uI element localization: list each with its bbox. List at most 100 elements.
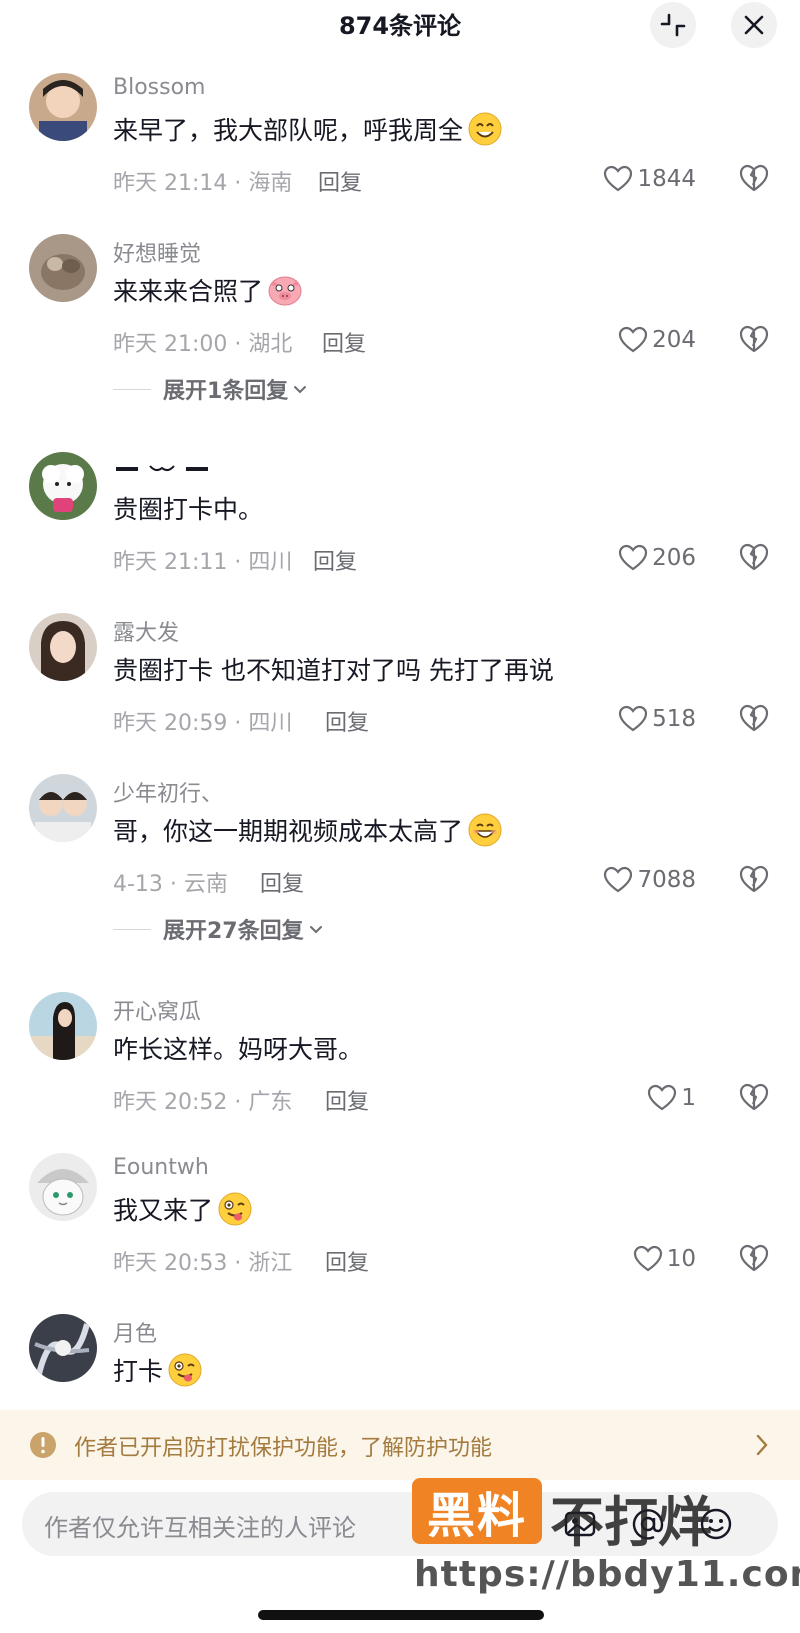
avatar[interactable]	[29, 992, 97, 1060]
comment-text: 来早了，我大部队呢，呼我周全	[113, 111, 503, 147]
heart-icon	[604, 165, 633, 192]
comment-text: 来来来合照了	[113, 272, 303, 308]
dislike-icon[interactable]	[738, 703, 770, 733]
username[interactable]: 少年初行、	[113, 776, 223, 808]
protection-notice[interactable]: 作者已开启防打扰保护功能，了解防护功能	[0, 1410, 800, 1480]
avatar[interactable]	[29, 234, 97, 302]
collapse-icon	[660, 13, 686, 37]
dislike-icon[interactable]	[738, 1243, 770, 1273]
comment-text-content: 我又来了	[113, 1196, 214, 1225]
reply-button[interactable]: 回复	[313, 544, 357, 576]
expand-replies-label: 展开1条回复	[163, 379, 289, 404]
avatar[interactable]	[29, 73, 97, 141]
close-icon	[744, 15, 764, 35]
chevron-right-icon	[756, 1434, 768, 1456]
chevron-down-icon	[294, 386, 307, 394]
like-count: 7088	[637, 867, 696, 893]
comment-text: 我又来了	[113, 1191, 253, 1227]
like-button[interactable]: 206	[618, 541, 696, 575]
like-count: 518	[652, 706, 696, 732]
dislike-icon[interactable]	[738, 542, 770, 572]
reply-button[interactable]: 回复	[260, 866, 304, 898]
time-location: 昨天 20:59 · 四川	[113, 711, 293, 736]
comment-text: 贵圈打卡中。	[113, 490, 263, 526]
time-location: 昨天 20:52 · 广东	[113, 1090, 293, 1115]
time-location: 昨天 21:00 · 湖北	[113, 332, 293, 357]
username[interactable]: 露大发	[113, 615, 179, 647]
avatar[interactable]	[29, 1314, 97, 1382]
username[interactable]: Eountwh	[113, 1155, 209, 1180]
time-location: 4-13 · 云南	[113, 872, 228, 897]
input-placeholder: 作者仅允许互相关注的人评论	[44, 1514, 356, 1542]
chevron-down-icon	[309, 926, 322, 934]
username[interactable]: Blossom	[113, 75, 205, 100]
comment-text-content: 打卡	[113, 1357, 164, 1386]
dislike-icon[interactable]	[738, 1082, 770, 1112]
username[interactable]: 开心窝瓜	[113, 994, 201, 1026]
tongue-emoji-icon	[168, 1353, 202, 1387]
watermark-url: https://bbdy11.com	[414, 1554, 800, 1595]
comment-text: 贵圈打卡 也不知道打对了吗 先打了再说	[113, 651, 554, 687]
reply-button[interactable]: 回复	[322, 326, 366, 358]
like-count: 1844	[637, 166, 696, 192]
username[interactable]: 好想睡觉	[113, 236, 201, 268]
time-location: 昨天 20:53 · 浙江	[113, 1251, 293, 1276]
collapse-button[interactable]	[650, 2, 696, 48]
like-button[interactable]: 1844	[603, 162, 696, 196]
comment-text-content: 来早了，我大部队呢，呼我周全	[113, 116, 464, 145]
divider	[113, 388, 151, 390]
warning-icon	[30, 1432, 56, 1458]
comment-text: 咋长这样。妈呀大哥。	[113, 1030, 363, 1066]
watermark-logo-box: 黑料	[412, 1478, 542, 1544]
comment-text-content: 哥，你这一期期视频成本太高了	[113, 817, 464, 846]
heart-icon	[618, 326, 648, 353]
time-location: 昨天 21:11 · 四川	[113, 550, 293, 575]
avatar[interactable]	[29, 1153, 97, 1221]
time-location: 昨天 21:14 · 海南	[113, 171, 293, 196]
reply-button[interactable]: 回复	[318, 165, 362, 197]
expand-replies-button[interactable]: 展开27条回复	[113, 914, 324, 944]
close-button[interactable]	[731, 2, 777, 48]
grin-emoji-icon	[468, 813, 502, 847]
like-count: 204	[652, 327, 696, 353]
comment-text-content: 咋长这样。妈呀大哥。	[113, 1035, 364, 1064]
comment-text: 打卡	[113, 1352, 203, 1388]
comments-header: 874条评论	[0, 0, 800, 50]
dislike-icon[interactable]	[738, 324, 770, 354]
like-count: 1	[681, 1085, 696, 1111]
reply-button[interactable]: 回复	[325, 1084, 369, 1116]
like-button[interactable]: 10	[633, 1242, 696, 1276]
heart-icon	[618, 705, 648, 732]
comment-text-content: 来来来合照了	[113, 277, 264, 306]
username-symbol-icon[interactable]	[116, 462, 212, 476]
smile-emoji-icon	[468, 112, 502, 146]
pig-emoji-icon	[268, 276, 302, 306]
like-button[interactable]: 7088	[603, 863, 696, 897]
username[interactable]: 月色	[113, 1316, 157, 1348]
avatar[interactable]	[29, 613, 97, 681]
like-button[interactable]: 1	[647, 1081, 696, 1115]
reply-button[interactable]: 回复	[325, 705, 369, 737]
like-count: 10	[666, 1246, 696, 1272]
home-indicator[interactable]	[258, 1610, 544, 1620]
heart-icon	[633, 1245, 662, 1272]
notice-text: 作者已开启防打扰保护功能，了解防护功能	[74, 1436, 493, 1461]
heart-icon	[648, 1084, 677, 1111]
dislike-icon[interactable]	[738, 163, 770, 193]
expand-replies-button[interactable]: 展开1条回复	[113, 374, 308, 404]
expand-replies-label: 展开27条回复	[163, 919, 304, 944]
avatar[interactable]	[29, 452, 97, 520]
heart-icon	[604, 866, 633, 893]
reply-button[interactable]: 回复	[325, 1245, 369, 1277]
like-button[interactable]: 204	[618, 323, 696, 357]
avatar[interactable]	[29, 774, 97, 842]
watermark-logo-text: 黑料	[426, 1488, 527, 1544]
comment-text-content: 贵圈打卡 也不知道打对了吗 先打了再说	[113, 656, 554, 685]
like-count: 206	[652, 545, 696, 571]
watermark-text: 不打烊	[550, 1491, 712, 1554]
comment-text-content: 贵圈打卡中。	[113, 495, 264, 524]
like-button[interactable]: 518	[618, 702, 696, 736]
watermark: 黑料 不打烊 https://bbdy11.com	[412, 1478, 800, 1598]
dislike-icon[interactable]	[738, 864, 770, 894]
comment-text: 哥，你这一期期视频成本太高了	[113, 812, 503, 848]
